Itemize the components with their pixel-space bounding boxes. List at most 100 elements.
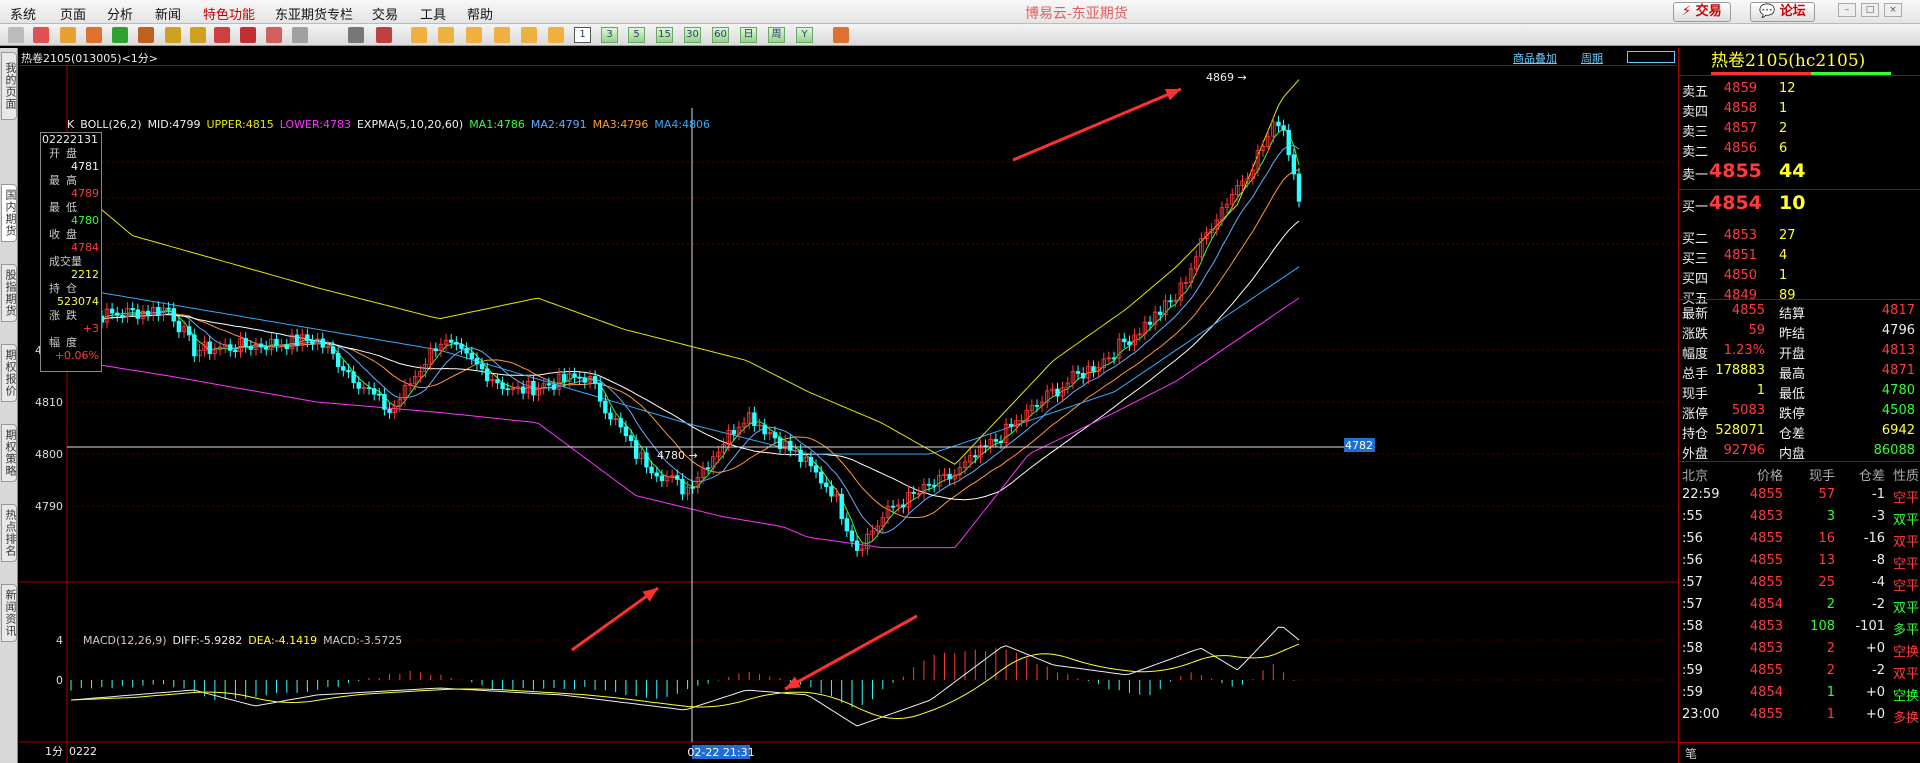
tick-volume: 25 bbox=[1818, 575, 1835, 590]
candle-body bbox=[449, 339, 454, 343]
ma2-line bbox=[70, 145, 1300, 534]
period-icon-5[interactable] bbox=[521, 27, 537, 43]
tick-volume: 13 bbox=[1818, 553, 1835, 568]
candle-body bbox=[305, 334, 310, 342]
stat-value: 4796 bbox=[1881, 323, 1915, 338]
kline-chart-area[interactable]: 热卷2105(013005)<1分> 商品叠加 周期 4820481048004… bbox=[19, 48, 1677, 763]
stock-icon[interactable] bbox=[60, 27, 76, 43]
candle-body bbox=[1127, 341, 1132, 346]
candle-body bbox=[926, 483, 932, 486]
futures-icon[interactable] bbox=[86, 27, 102, 43]
trade-button[interactable]: ⚡ 交易 bbox=[1673, 2, 1731, 22]
period-year-button[interactable]: Y bbox=[796, 27, 813, 43]
tab-my-page[interactable]: 我的页面 bbox=[1, 52, 17, 120]
draw-icon[interactable] bbox=[214, 27, 230, 43]
period-week-button[interactable]: 周 bbox=[768, 27, 785, 43]
period-icon-3[interactable] bbox=[466, 27, 482, 43]
period-5min-button[interactable]: 5 bbox=[628, 27, 645, 43]
period-15min-button[interactable]: 15 bbox=[656, 27, 673, 43]
zoom-in-icon[interactable] bbox=[165, 27, 181, 43]
legend-item: MA4:4806 bbox=[654, 118, 711, 131]
menu-page[interactable]: 页面 bbox=[60, 4, 86, 23]
period-icon-2[interactable] bbox=[438, 27, 454, 43]
period-1min-button[interactable]: 1 bbox=[574, 27, 591, 43]
candle-body bbox=[479, 363, 485, 370]
stat-label: 内盘 bbox=[1779, 447, 1806, 462]
tick-nature: 多平 bbox=[1893, 623, 1920, 638]
candle-body bbox=[474, 358, 480, 365]
candle-body bbox=[1111, 357, 1117, 360]
candle-body bbox=[207, 341, 212, 354]
calculator-icon[interactable] bbox=[833, 27, 849, 43]
ask-price: 4856 bbox=[1723, 141, 1757, 156]
candle-body bbox=[433, 348, 439, 352]
close-button[interactable]: × bbox=[1884, 3, 1902, 17]
menu-system[interactable]: 系统 bbox=[10, 4, 36, 23]
candle-body bbox=[546, 383, 552, 386]
footer-label[interactable]: 笔 bbox=[1685, 745, 1697, 762]
tab-option-quotes[interactable]: 期权报价 bbox=[1, 344, 17, 402]
candle-body bbox=[582, 377, 588, 383]
filter-icon[interactable] bbox=[266, 27, 282, 43]
tick-row: :57 4854 2 -2 双平 bbox=[1679, 594, 1920, 616]
info-close: 4784 bbox=[71, 241, 99, 254]
tab-index-futures[interactable]: 股指期货 bbox=[1, 264, 17, 322]
candle-body bbox=[592, 376, 598, 384]
menu-trade[interactable]: 交易 bbox=[372, 4, 398, 23]
menu-column[interactable]: 东亚期货专栏 bbox=[275, 4, 353, 23]
tick-oi-change: -8 bbox=[1872, 553, 1885, 568]
tick-volume: 57 bbox=[1818, 487, 1835, 502]
period-icon-6[interactable] bbox=[548, 27, 564, 43]
candle-body bbox=[156, 307, 161, 316]
chart-grid: 482048104800479040 bbox=[35, 161, 1677, 687]
candle-body bbox=[1081, 373, 1086, 379]
candle-body bbox=[387, 408, 392, 414]
tick-oi-change: -16 bbox=[1863, 531, 1885, 546]
menu-news[interactable]: 新闻 bbox=[155, 4, 181, 23]
layout-icon[interactable] bbox=[138, 27, 154, 43]
annotation-arrowhead bbox=[642, 588, 658, 602]
indicator-icon[interactable] bbox=[240, 27, 256, 43]
candle-body bbox=[320, 338, 325, 348]
minimize-button[interactable]: – bbox=[1838, 3, 1856, 17]
legend-item: EXPMA(5,10,20,60) bbox=[356, 118, 464, 131]
quote-bar-red bbox=[1711, 72, 1811, 75]
settings-icon[interactable] bbox=[292, 27, 308, 43]
period-60min-button[interactable]: 60 bbox=[712, 27, 729, 43]
home-icon[interactable] bbox=[33, 27, 49, 43]
candle-body bbox=[608, 412, 613, 420]
period-30min-button[interactable]: 30 bbox=[684, 27, 701, 43]
forum-button-label: 论坛 bbox=[1779, 4, 1806, 19]
menu-features[interactable]: 特色功能 bbox=[203, 4, 255, 23]
menu-analysis[interactable]: 分析 bbox=[107, 4, 133, 23]
candle-body bbox=[145, 310, 151, 316]
tab-hot-ranking[interactable]: 热点排名 bbox=[1, 504, 17, 562]
legend-item: MA2:4791 bbox=[530, 118, 587, 131]
ma4-line bbox=[70, 266, 1300, 455]
info-oi: 523074 bbox=[57, 295, 99, 308]
tab-domestic-futures[interactable]: 国内期货 bbox=[1, 184, 17, 242]
tab-option-strategy[interactable]: 期权策略 bbox=[1, 424, 17, 482]
tick-oi-change: -2 bbox=[1872, 663, 1885, 678]
menu-help[interactable]: 帮助 bbox=[467, 4, 493, 23]
forum-button[interactable]: 💬 论坛 bbox=[1750, 2, 1815, 22]
menu-tools[interactable]: 工具 bbox=[420, 4, 446, 23]
back-icon[interactable] bbox=[8, 27, 24, 43]
candle-body bbox=[469, 352, 474, 359]
stat-value: 59 bbox=[1748, 323, 1765, 338]
period-icon-4[interactable] bbox=[494, 27, 510, 43]
zoom-out-icon[interactable] bbox=[190, 27, 206, 43]
maximize-button[interactable]: □ bbox=[1861, 3, 1879, 17]
stat-value: 4508 bbox=[1881, 403, 1915, 418]
period-icon-1[interactable] bbox=[411, 27, 427, 43]
candle-body bbox=[603, 400, 608, 414]
period-day-button[interactable]: 日 bbox=[740, 27, 757, 43]
period-3min-button[interactable]: 3 bbox=[601, 27, 618, 43]
line-chart-icon[interactable] bbox=[376, 27, 392, 43]
tick-header-nature: 性质 bbox=[1893, 469, 1920, 484]
bid-volume: 27 bbox=[1779, 228, 1796, 243]
refresh-icon[interactable] bbox=[112, 27, 128, 43]
legend-item: MA3:4796 bbox=[592, 118, 649, 131]
tab-news[interactable]: 新闻资讯 bbox=[1, 584, 17, 642]
list-icon[interactable] bbox=[348, 27, 364, 43]
